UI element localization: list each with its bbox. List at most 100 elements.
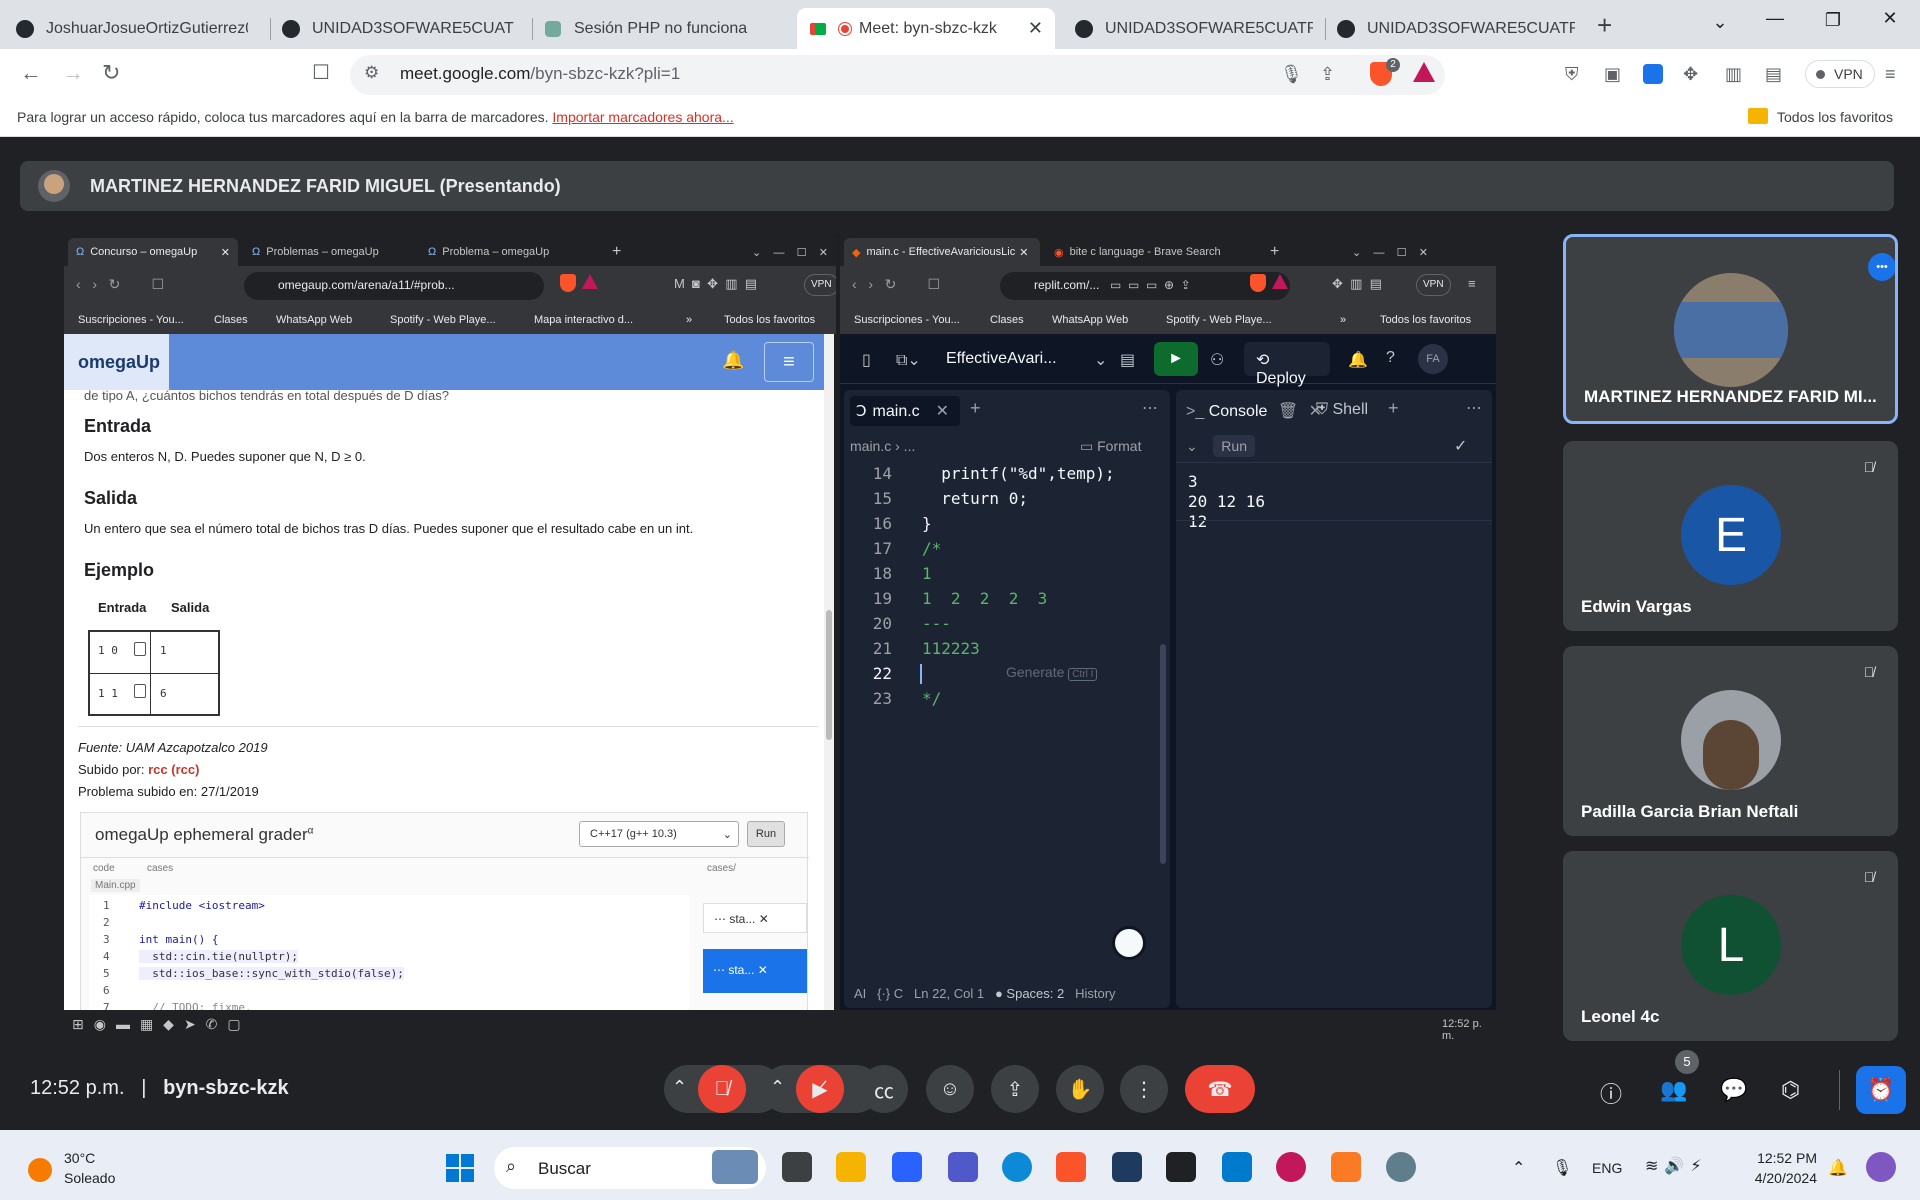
store-icon[interactable] (892, 1152, 922, 1182)
meeting-details-icon[interactable]: ⓘ (1600, 1077, 1622, 1109)
tab-chatgpt[interactable]: Sesión PHP no funciona (532, 8, 788, 49)
present-button[interactable]: ⇪ (991, 1065, 1039, 1113)
weather-temp[interactable]: 30°C (64, 1150, 95, 1166)
app-grid-icon[interactable] (1112, 1152, 1142, 1182)
line-number: 20 (872, 614, 892, 633)
davinci-icon[interactable] (1276, 1152, 1306, 1182)
file-explorer-icon[interactable] (836, 1152, 866, 1182)
network-volume-battery-icons[interactable]: ≋🔊⚡ (1645, 1156, 1708, 1176)
format-label: Format (1097, 438, 1142, 454)
avatar (1681, 690, 1781, 790)
brave-browser-icon[interactable] (1056, 1152, 1086, 1182)
clock-time[interactable]: 12:52 PM (1751, 1150, 1817, 1166)
tab-search-chevron-icon[interactable]: ⌄ (1700, 12, 1740, 33)
wallet-icon[interactable]: ▤ (1765, 64, 1782, 85)
close-window-icon[interactable]: ✕ (1870, 8, 1910, 29)
xampp-icon[interactable] (1331, 1152, 1361, 1182)
status-bar: AI {·} C Ln 22, Col 1 ● Spaces: 2 Histor… (844, 978, 1170, 1008)
mic-options-chevron-icon[interactable]: ⌃ (672, 1077, 687, 1098)
camera-off-button[interactable]: ▶̸ (796, 1065, 844, 1113)
restore-icon[interactable]: ❐ (1813, 10, 1853, 31)
clock-date[interactable]: 4/20/2024 (1741, 1170, 1817, 1186)
tab-github-3[interactable]: UNIDAD3SOFWARE5CUATRI/19 (1063, 8, 1325, 49)
speaking-indicator-icon: ••• (1868, 253, 1895, 281)
chat-icon[interactable]: 💬 (1720, 1077, 1747, 1103)
participant-tile-padilla[interactable]: 🎙̸ Padilla Garcia Brian Neftali (1563, 646, 1898, 836)
salida-text: Un entero que sea el número total de bic… (84, 521, 694, 536)
extensions-puzzle-icon[interactable]: ✥ (1683, 64, 1698, 85)
gl-num: 5 (103, 967, 110, 980)
people-icon[interactable]: 👥 (1660, 1077, 1687, 1103)
all-favorites-button[interactable]: Todos los favoritos (1777, 109, 1893, 125)
subido-por: Subido por: rcc (rcc) (78, 762, 199, 777)
back-icon[interactable]: ← (20, 60, 42, 86)
site-info-icon[interactable]: ⚙ (364, 63, 379, 83)
url-text[interactable]: meet.google.com/byn-sbzc-kzk?pli=1 (400, 64, 680, 84)
reload-icon[interactable]: ↻ (102, 60, 120, 86)
omegaup-logo: omegaUp (64, 334, 169, 390)
settings-gear-icon[interactable] (1386, 1152, 1416, 1182)
captions-button[interactable]: ㏄ (860, 1065, 908, 1113)
host-controls-icon[interactable]: ⏰ (1856, 1066, 1906, 1114)
weather-sun-icon[interactable] (28, 1158, 52, 1182)
extension-asterisk-icon[interactable] (1643, 64, 1663, 84)
microphone-tray-icon[interactable]: 🎙 (1552, 1158, 1572, 1178)
generate-hint: Generate Ctrl I (1006, 664, 1098, 681)
participant-tile-leonel[interactable]: L 🎙̸ Leonel 4c (1563, 851, 1898, 1041)
tab-github-1[interactable]: JoshuarJosueOrtizGutierrez04/U (4, 8, 260, 49)
camera-options-chevron-icon[interactable]: ⌃ (770, 1077, 785, 1098)
notification-bell-icon[interactable]: 🔔 (1828, 1158, 1848, 1178)
show-hidden-icons-chevron-icon[interactable]: ⌃ (1512, 1158, 1525, 1178)
windows-start-icon[interactable] (446, 1154, 474, 1182)
menu-icon[interactable]: ≡ (1885, 64, 1896, 85)
leave-call-button[interactable]: ☎ (1185, 1065, 1255, 1113)
sidebar-icon[interactable]: ▥ (1725, 64, 1742, 85)
status-spaces: ● Spaces: 2 (994, 986, 1065, 1001)
weather-desc[interactable]: Soleado (64, 1170, 115, 1186)
forward-icon[interactable]: → (62, 60, 84, 86)
raise-hand-button[interactable]: ✋ (1056, 1065, 1104, 1113)
bm-spotify: Spotify - Web Playe... (1166, 314, 1272, 326)
ephemeral-grader: omegaUp ephemeral graderα C++17 (g++ 10.… (80, 812, 809, 1010)
extension-b-icon[interactable]: ▣ (1604, 64, 1621, 85)
invite-icon: ⚇ (1210, 352, 1225, 369)
url-host: meet.google.com (400, 64, 531, 83)
close-tab-icon[interactable]: ✕ (1028, 18, 1043, 39)
microphone-icon[interactable]: 🎙 (1280, 64, 1303, 85)
tab-github-4[interactable]: UNIDAD3SOFWARE5CUATRI/19 (1325, 8, 1587, 49)
people-count-badge: 5 (1675, 1050, 1699, 1074)
participant-tile-presenter[interactable]: ••• MARTINEZ HERNANDEZ FARID MI... (1563, 234, 1898, 424)
teams-icon[interactable] (948, 1152, 978, 1182)
copilot-icon[interactable] (1866, 1152, 1896, 1182)
grader-title: omegaUp ephemeral graderα (95, 825, 313, 845)
import-bookmarks-link[interactable]: Importar marcadores ahora... (552, 109, 733, 125)
share-icon[interactable]: ⇪ (1320, 64, 1335, 85)
tab-meet[interactable]: Meet: byn-sbzc-kzk ✕ (797, 8, 1055, 49)
code-line: /* (922, 539, 942, 558)
more-options-button[interactable]: ⋮ (1120, 1065, 1168, 1113)
inner-url-icons: ▭ ▭ ▭ ⊕ ⇪ (1110, 278, 1191, 292)
chatgpt-icon (544, 20, 562, 38)
tab-github-2[interactable]: UNIDAD3SOFWARE5CUATRI/19 (270, 8, 526, 49)
participant-tile-edwin[interactable]: E 🎙̸ Edwin Vargas (1563, 441, 1898, 631)
vscode-icon[interactable] (1222, 1152, 1252, 1182)
activities-icon[interactable]: ⌬ (1781, 1077, 1800, 1103)
task-view-icon[interactable] (782, 1152, 812, 1182)
language-indicator[interactable]: ENG (1592, 1160, 1622, 1176)
reactions-button[interactable]: ☺ (926, 1065, 974, 1113)
minimize-icon[interactable]: — (1755, 8, 1795, 29)
edge-icon[interactable] (1002, 1152, 1032, 1182)
brave-rewards-icon[interactable] (1413, 62, 1435, 82)
hang-up-icon: ☎ (1207, 1078, 1233, 1101)
ai-assistant-icon (1112, 926, 1146, 960)
cases-dir: cases/ (707, 863, 736, 874)
epic-games-icon[interactable] (1166, 1152, 1196, 1182)
vpn-button[interactable]: VPN (1805, 60, 1875, 88)
mic-off-button[interactable]: 🎙̸ (698, 1065, 746, 1113)
bookmark-icon[interactable]: ☐ (312, 60, 330, 85)
example-input-2: 1 1 (98, 687, 118, 700)
inner-new-tab-icon: + (1270, 243, 1280, 260)
new-tab-button[interactable]: + (1597, 10, 1612, 41)
shield-icon[interactable]: ⛨ (1565, 64, 1579, 85)
inner-url-text: replit.com/... (1034, 278, 1100, 292)
